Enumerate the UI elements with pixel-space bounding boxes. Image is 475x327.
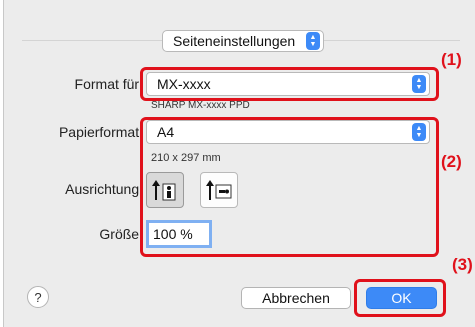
format-label: Format für: (74, 76, 143, 92)
printer-subtitle: SHARP MX-xxxx PPD (151, 100, 250, 111)
popup-stepper-icon: ▲ ▼ (306, 32, 320, 50)
callout-1: (1) (441, 50, 462, 69)
scale-label: Größe: (99, 226, 143, 242)
orientation-label: Ausrichtung: (65, 181, 143, 197)
callout-3: (3) (452, 255, 473, 274)
cancel-button[interactable]: Abbrechen (241, 287, 351, 309)
cancel-button-label: Abbrechen (262, 290, 330, 306)
help-button[interactable]: ? (27, 286, 49, 308)
callout-2: (2) (441, 152, 462, 171)
settings-popup-value: Seiteneinstellungen (173, 33, 296, 49)
highlight-box-ok (354, 279, 446, 317)
highlight-box-settings (140, 117, 439, 257)
paper-label: Papierformat: (58, 124, 143, 140)
settings-popup[interactable]: Seiteneinstellungen ▲ ▼ (162, 30, 324, 52)
highlight-box-format (140, 67, 439, 101)
help-icon: ? (34, 289, 42, 305)
